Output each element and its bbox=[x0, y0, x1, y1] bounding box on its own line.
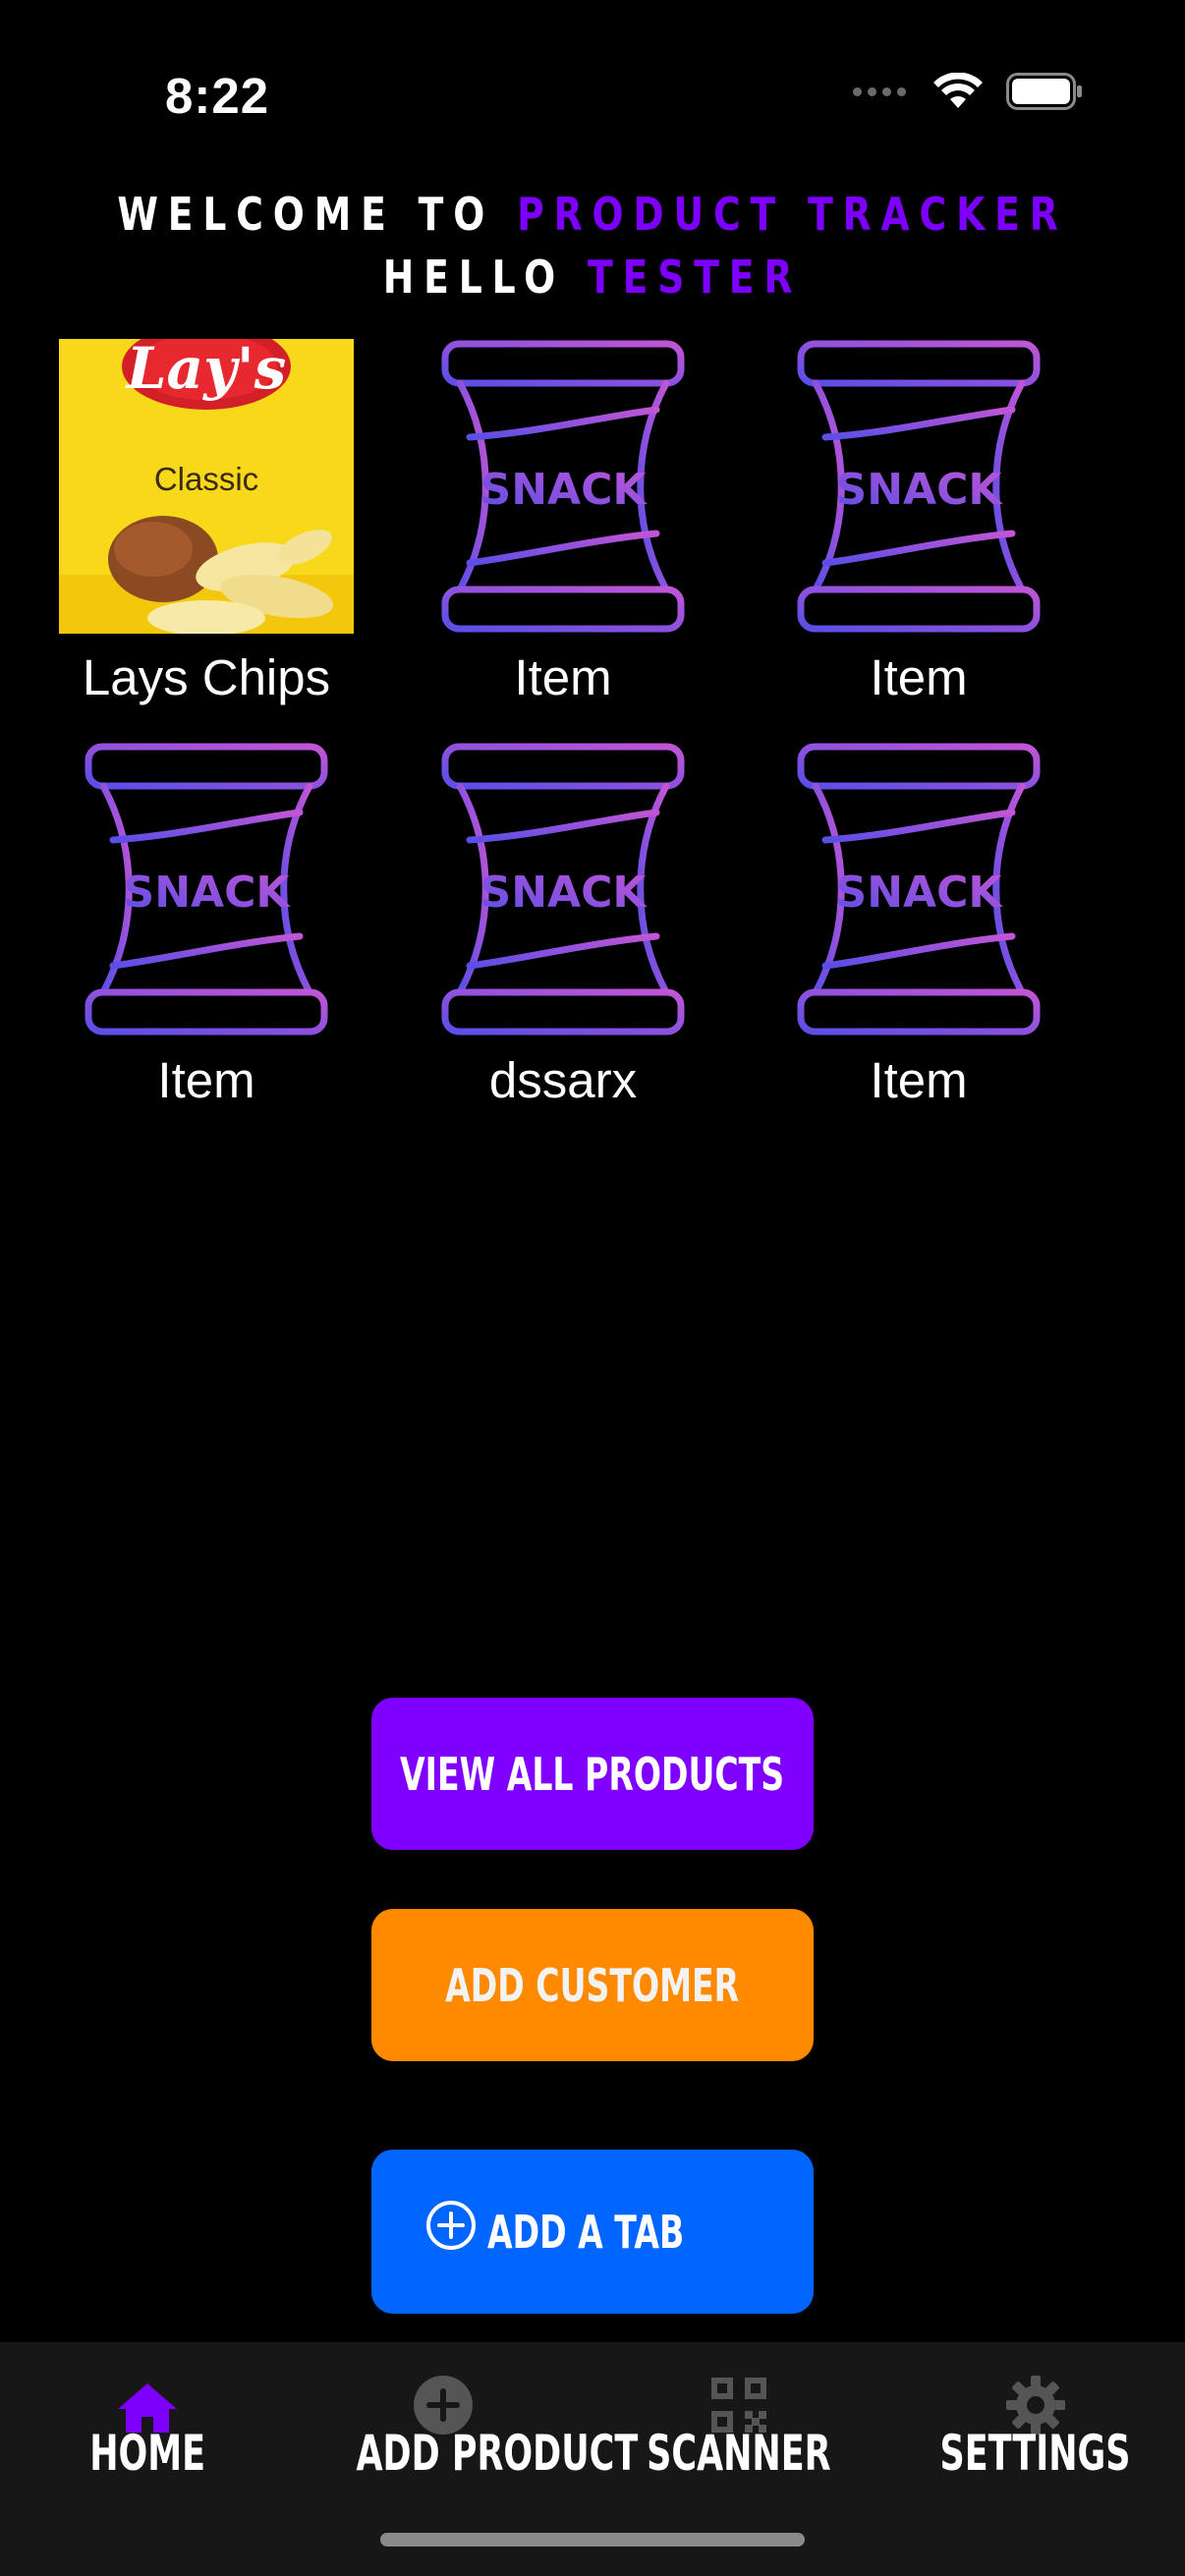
product-name: Item bbox=[870, 649, 968, 705]
lays-brand-text: Lay's bbox=[125, 339, 286, 402]
add-tab-label: ADD A TAB bbox=[486, 2205, 685, 2259]
lays-flavor-text: Classic bbox=[154, 461, 258, 497]
user-name: TESTER bbox=[588, 251, 803, 304]
status-time: 8:22 bbox=[165, 68, 270, 124]
snack-bag-icon: SNACK bbox=[797, 743, 1041, 1036]
tab-settings-label: SETTINGS bbox=[940, 2425, 1131, 2482]
product-tile[interactable]: SNACK Item bbox=[757, 741, 1081, 1109]
snack-text: SNACK bbox=[836, 868, 1004, 918]
product-tile[interactable]: Lay's Classic Lays Chips bbox=[44, 338, 368, 706]
plus-circle-icon bbox=[425, 2200, 476, 2250]
view-all-products-label: VIEW ALL PRODUCTS bbox=[400, 1747, 785, 1801]
product-tile[interactable]: SNACK Item bbox=[401, 338, 725, 706]
product-name: Item bbox=[870, 1052, 968, 1108]
snack-text: SNACK bbox=[124, 868, 292, 918]
greeting-prefix: HELLO bbox=[382, 251, 566, 304]
product-tile[interactable]: SNACK Item bbox=[757, 338, 1081, 706]
tab-home-label: HOME bbox=[89, 2425, 205, 2482]
home-screen: 8:22 WELCOME TO PRODUCT TRACKER HELLO TE… bbox=[0, 0, 1185, 2576]
welcome-header: WELCOME TO PRODUCT TRACKER HELLO TESTER bbox=[0, 183, 1185, 308]
lays-chips-image: Lay's Classic bbox=[59, 339, 354, 634]
product-name: dssarx bbox=[488, 1052, 638, 1108]
snack-bag-icon: SNACK bbox=[85, 743, 328, 1036]
add-customer-label: ADD CUSTOMER bbox=[445, 1958, 740, 2012]
welcome-line: WELCOME TO PRODUCT TRACKER bbox=[107, 183, 1079, 246]
product-name: Item bbox=[157, 1052, 255, 1108]
welcome-prefix: WELCOME TO bbox=[117, 188, 495, 241]
battery-icon bbox=[1006, 73, 1082, 110]
product-name: Item bbox=[514, 649, 612, 705]
home-indicator[interactable] bbox=[380, 2533, 805, 2547]
tab-scanner-label: SCANNER bbox=[647, 2425, 831, 2482]
greeting-line: HELLO TESTER bbox=[107, 246, 1079, 308]
product-tile[interactable]: SNACK dssarx bbox=[401, 741, 725, 1109]
snack-text: SNACK bbox=[480, 868, 649, 918]
product-tile[interactable]: SNACK Item bbox=[44, 741, 368, 1109]
snack-text: SNACK bbox=[836, 465, 1004, 515]
snack-text: SNACK bbox=[480, 465, 649, 515]
snack-bag-icon: SNACK bbox=[441, 340, 685, 633]
add-customer-button[interactable]: ADD CUSTOMER bbox=[371, 1909, 814, 2061]
add-tab-button[interactable]: ADD A TAB bbox=[371, 2150, 814, 2314]
view-all-products-button[interactable]: VIEW ALL PRODUCTS bbox=[371, 1698, 814, 1850]
wifi-icon bbox=[933, 73, 983, 108]
snack-bag-icon: SNACK bbox=[797, 340, 1041, 633]
app-name: PRODUCT TRACKER bbox=[517, 188, 1068, 241]
snack-bag-icon: SNACK bbox=[441, 743, 685, 1036]
product-name: Lays Chips bbox=[82, 649, 331, 705]
cellular-signal-icon bbox=[853, 86, 906, 96]
status-icons bbox=[853, 73, 1083, 110]
